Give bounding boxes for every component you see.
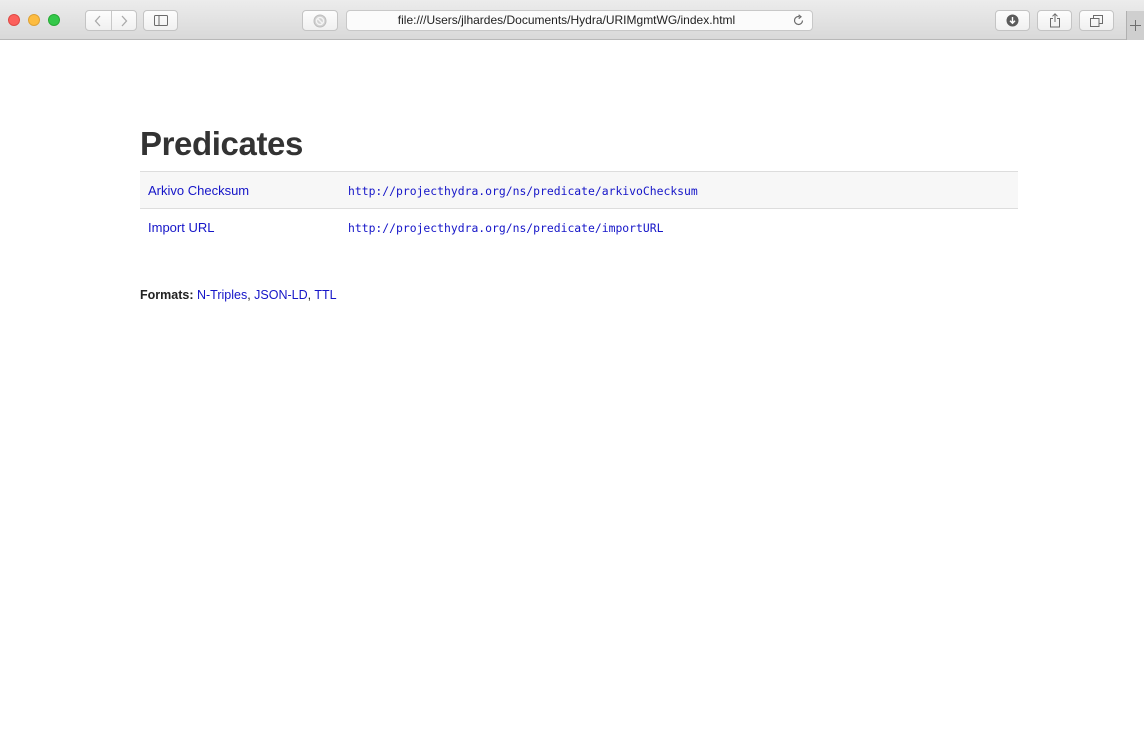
format-link-ntriples[interactable]: N-Triples bbox=[197, 288, 247, 302]
content-blocker-button[interactable] bbox=[302, 10, 338, 31]
predicates-table: Arkivo Checksum http://projecthydra.org/… bbox=[140, 171, 1018, 246]
formats-line: Formats: N-Triples, JSON-LD, TTL bbox=[140, 288, 337, 302]
close-window-button[interactable] bbox=[8, 14, 20, 26]
chevron-right-icon bbox=[121, 15, 128, 26]
predicate-uri-cell: http://projecthydra.org/ns/predicate/imp… bbox=[340, 208, 1018, 246]
share-button[interactable] bbox=[1037, 10, 1072, 31]
back-button[interactable] bbox=[86, 11, 111, 30]
browser-toolbar: file:///Users/jlhardes/Documents/Hydra/U… bbox=[0, 0, 1144, 40]
downloads-button[interactable] bbox=[995, 10, 1030, 31]
table-row: Arkivo Checksum http://projecthydra.org/… bbox=[140, 171, 1018, 209]
blocked-icon bbox=[313, 14, 327, 27]
address-bar[interactable]: file:///Users/jlhardes/Documents/Hydra/U… bbox=[346, 10, 813, 31]
formats-separator: , bbox=[307, 288, 312, 302]
address-url[interactable]: file:///Users/jlhardes/Documents/Hydra/U… bbox=[347, 11, 786, 30]
reload-icon[interactable] bbox=[792, 14, 805, 27]
predicate-uri-cell: http://projecthydra.org/ns/predicate/ark… bbox=[340, 171, 1018, 209]
page-content: Predicates Arkivo Checksum http://projec… bbox=[140, 124, 1018, 246]
table-row: Import URL http://projecthydra.org/ns/pr… bbox=[140, 208, 1018, 246]
format-link-jsonld[interactable]: JSON-LD bbox=[254, 288, 307, 302]
sidebar-icon bbox=[153, 15, 168, 26]
tabs-overview-icon bbox=[1090, 14, 1103, 27]
predicate-label-cell: Import URL bbox=[140, 208, 340, 246]
minimize-window-button[interactable] bbox=[28, 14, 40, 26]
predicate-label-cell: Arkivo Checksum bbox=[140, 171, 340, 209]
forward-button[interactable] bbox=[110, 11, 137, 30]
chevron-left-icon bbox=[94, 15, 101, 26]
formats-separator: , bbox=[247, 288, 251, 302]
page-title: Predicates bbox=[140, 125, 303, 162]
new-tab-button[interactable] bbox=[1126, 11, 1144, 40]
plus-icon bbox=[1130, 20, 1141, 31]
zoom-window-button[interactable] bbox=[48, 14, 60, 26]
predicate-uri-link[interactable]: http://projecthydra.org/ns/predicate/ark… bbox=[348, 184, 698, 198]
navigation-buttons bbox=[85, 10, 137, 31]
predicate-label-link[interactable]: Import URL bbox=[148, 220, 214, 235]
formats-label: Formats: bbox=[140, 288, 194, 302]
download-icon bbox=[1006, 14, 1019, 27]
predicate-uri-link[interactable]: http://projecthydra.org/ns/predicate/imp… bbox=[348, 221, 663, 235]
share-icon bbox=[1049, 13, 1060, 28]
format-link-ttl[interactable]: TTL bbox=[314, 288, 336, 302]
sidebar-button[interactable] bbox=[143, 10, 178, 31]
show-tabs-button[interactable] bbox=[1079, 10, 1114, 31]
predicate-label-link[interactable]: Arkivo Checksum bbox=[148, 183, 249, 198]
